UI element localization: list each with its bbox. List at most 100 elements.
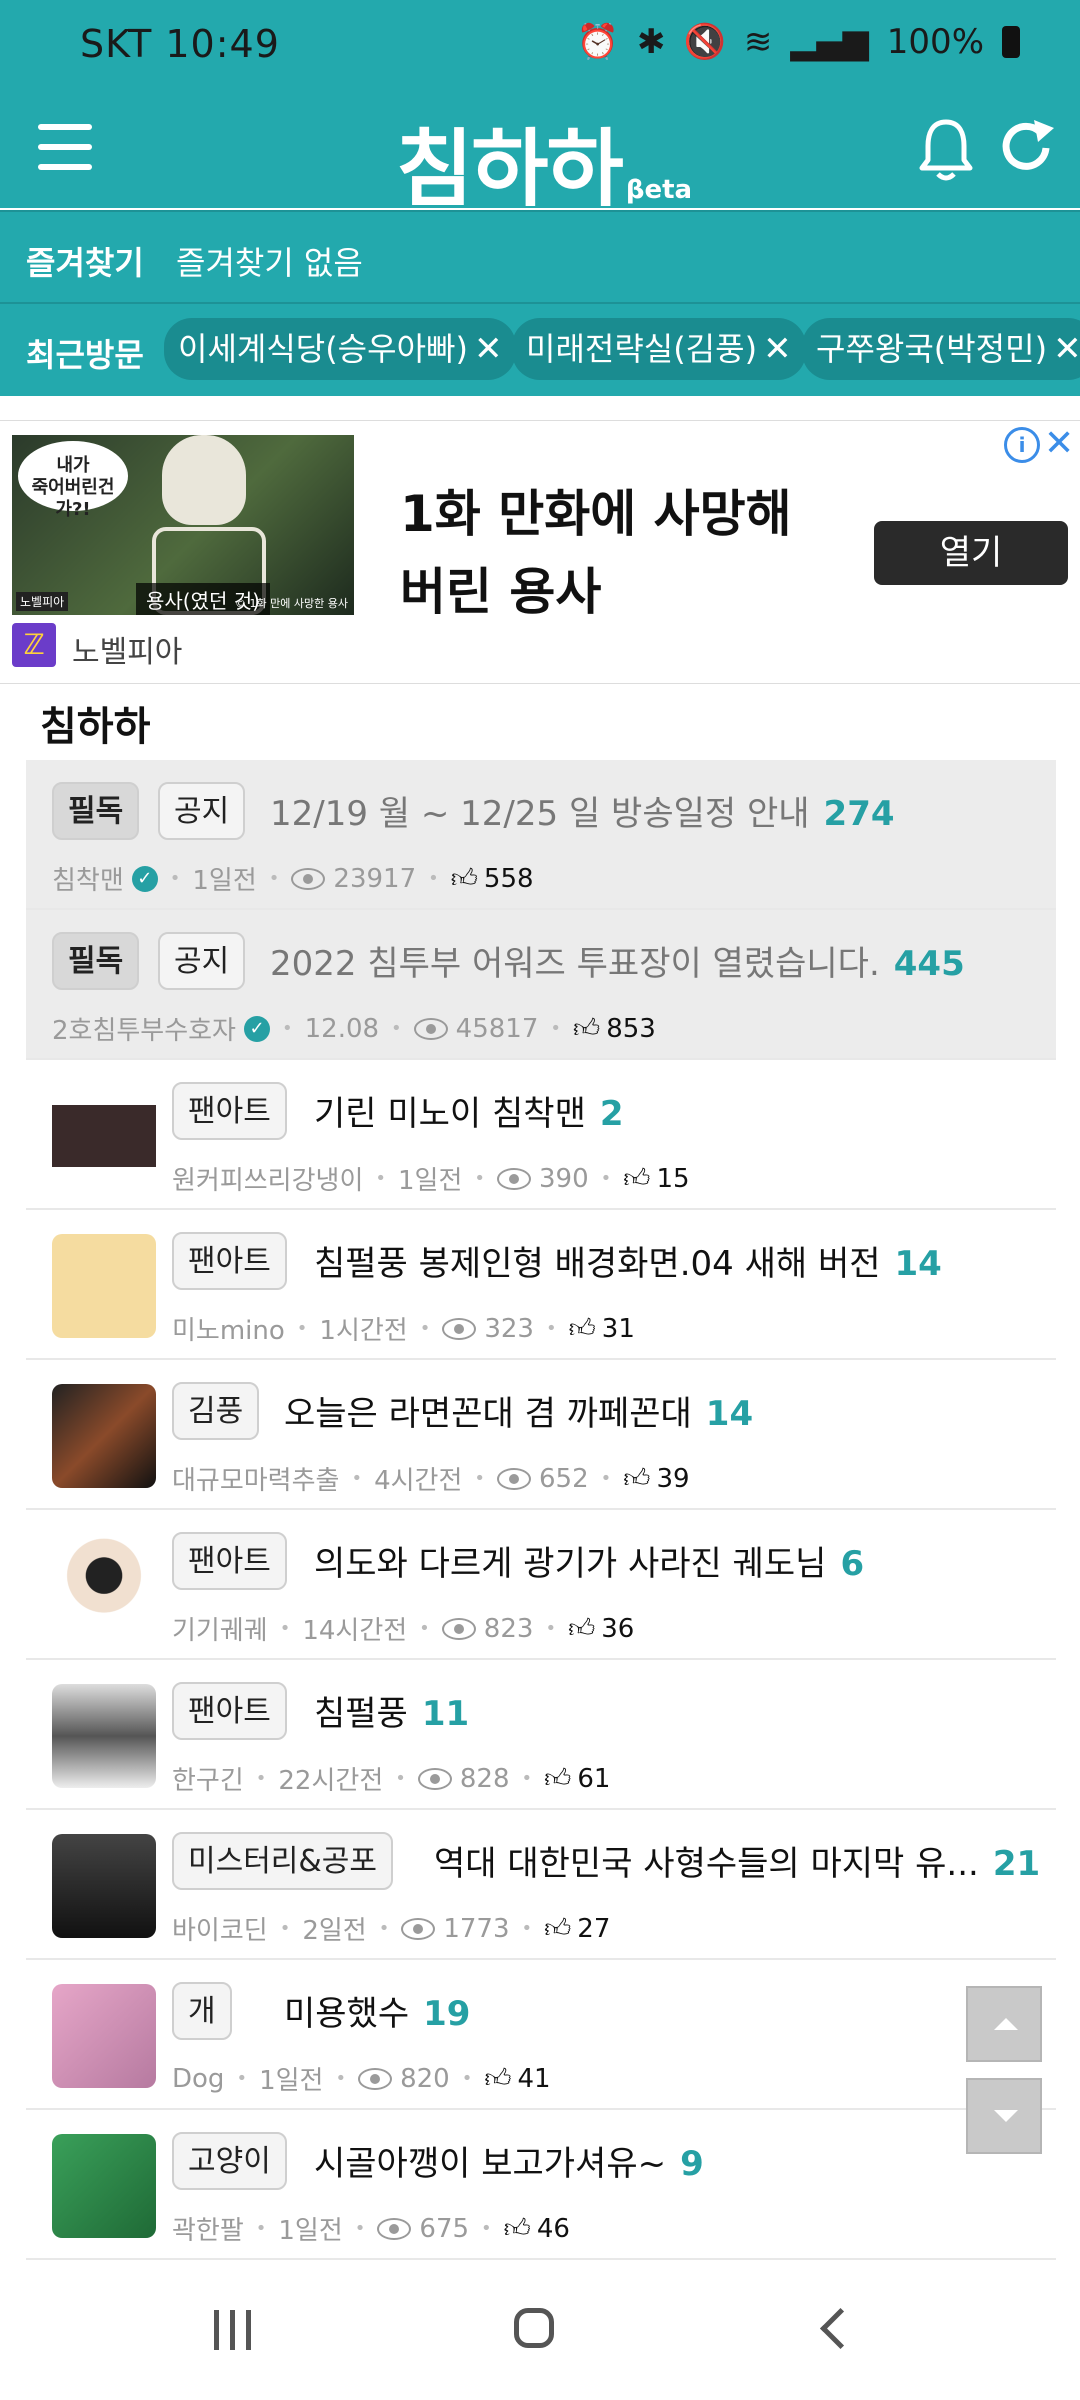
ad-thumbnail[interactable]: 내가 죽어버린건가?! 용사(였던 것) © 1화 만에 사망한 용사 노벨피아 [12,435,354,615]
post-row[interactable]: 팬아트 침펄풍 11 한구긴 • 22시간전 • 828 • 👍︎ 61 [26,1660,1056,1810]
post-author[interactable]: 미노mino [172,1310,285,1347]
post-thumbnail[interactable] [52,1084,156,1188]
post-title[interactable]: 2022 침투부 어워즈 투표장이 열렸습니다. 445 [270,936,965,985]
ad-open-button[interactable]: 열기 [874,521,1068,585]
category-badge[interactable]: 김풍 [172,1382,260,1440]
post-views: 820 [400,2063,450,2094]
alarm-icon: ⏰ [576,22,619,62]
category-badge[interactable]: 팬아트 [172,1682,287,1740]
post-author[interactable]: Dog [172,2064,224,2094]
post-title[interactable]: 시골아깽이 보고가셔유~ 9 [314,2136,704,2185]
scroll-up-button[interactable] [966,1986,1042,2062]
close-icon[interactable]: ✕ [763,329,792,369]
ad-headline[interactable]: 1화 만화에 사망해 버린 용사 [400,475,792,631]
post-views: 45817 [455,1013,539,1044]
post-author[interactable]: 바이코딘 [172,1910,268,1947]
post-row[interactable]: 개 미용했수 19 Dog • 1일전 • 820 • 👍︎ 41 [26,1960,1056,2110]
post-time: 22시간전 [278,1766,384,1796]
post-views: 675 [419,2213,470,2244]
category-badge[interactable]: 팬아트 [172,1082,287,1140]
post-thumbnail[interactable] [52,1834,156,1938]
recent-chip[interactable]: 구쭈왕국(박정민) ✕ [802,318,1080,380]
post-title-text: 시골아깽이 보고가셔유~ [314,2144,667,2184]
notice-row[interactable]: 필독 공지 12/19 월 ~ 12/25 일 방송일정 안내 274 침착맨 ✓ • 1일전… [26,760,1056,910]
close-icon[interactable]: ✕ [1044,423,1074,464]
post-title[interactable]: 역대 대한민국 사형수들의 마지막 유... 21 [434,1836,1040,1885]
recent-chip[interactable]: 이세계식당(승우아빠) ✕ [164,318,517,380]
post-author[interactable]: 대규모마력추출 [172,1460,339,1497]
post-author[interactable]: 침착맨 [52,860,124,897]
back-icon[interactable] [819,2307,862,2350]
post-author[interactable]: 곽한팔 [172,2210,244,2247]
battery-percent: 100% [886,22,984,62]
post-author[interactable]: 한구긴 [172,1760,244,1797]
recent-apps-icon[interactable] [214,2310,254,2350]
separator-dot: • [474,1468,486,1489]
eye-icon [497,1467,532,1490]
post-thumbnail[interactable] [52,2134,156,2238]
post-thumbnail[interactable] [52,1684,156,1788]
post-likes: 558 [483,863,534,894]
notice-row[interactable]: 필독 공지 2022 침투부 어워즈 투표장이 열렸습니다. 445 2호침투부수호자 ✓… [26,910,1056,1060]
ad-banner[interactable]: 내가 죽어버린건가?! 용사(였던 것) © 1화 만에 사망한 용사 노벨피아… [0,420,1080,684]
post-author[interactable]: 2호침투부수호자 [52,1010,236,1047]
post-row[interactable]: 팬아트 침펄풍 봉제인형 배경화면.04 새해 버전 14 미노mino • 1시간전 • 3… [26,1210,1056,1360]
home-icon[interactable] [514,2308,554,2348]
post-title[interactable]: 침펄풍 11 [314,1686,469,1735]
app-logo[interactable]: 침하하 βeta [396,102,692,223]
separator-dot: • [296,1318,308,1339]
post-meta: 대규모마력추출 • 4시간전 • 652 • 👍︎ 39 [172,1460,690,1497]
category-badge[interactable]: 팬아트 [172,1232,287,1290]
post-row[interactable]: 팬아트 의도와 다르게 광기가 사라진 궤도님 6 기기궤궤 • 14시간전 • 823 • 👍︎… [26,1510,1056,1660]
separator-dot: • [521,1768,533,1789]
post-row[interactable]: 팬아트 기린 미노이 침착맨 2 원커피쓰리강냉이 • 1일전 • 390 • 👍︎ 15 [26,1060,1056,1210]
post-title[interactable]: 침펄풍 봉제인형 배경화면.04 새해 버전 14 [314,1236,942,1285]
post-author[interactable]: 원커피쓰리강냉이 [172,1160,363,1197]
post-title-text: 의도와 다르게 광기가 사라진 궤도님 [314,1544,827,1584]
category-badge[interactable]: 필독 [52,782,140,840]
close-icon[interactable]: ✕ [474,329,503,369]
ad-thumb-bubble: 내가 죽어버린건가?! [18,441,128,520]
scroll-down-button[interactable] [966,2078,1042,2154]
separator-dot: • [268,868,280,889]
post-title[interactable]: 의도와 다르게 광기가 사라진 궤도님 6 [314,1536,864,1585]
post-title[interactable]: 오늘은 라면꼰대 겸 까페꼰대 14 [284,1386,753,1435]
post-row[interactable]: 고양이 시골아깽이 보고가셔유~ 9 곽한팔 • 1일전 • 675 • 👍︎ 46 [26,2110,1056,2260]
post-author[interactable]: 기기궤궤 [172,1610,268,1647]
post-row[interactable]: 김풍 오늘은 라면꼰대 겸 까페꼰대 14 대규모마력추출 • 4시간전 • 652 • 👍︎ 39 [26,1360,1056,1510]
separator-dot: • [419,1318,431,1339]
post-title-text: 역대 대한민국 사형수들의 마지막 유... [434,1844,979,1884]
separator-dot: • [279,1918,291,1939]
info-icon[interactable]: i [1004,427,1040,463]
post-thumbnail[interactable] [52,1984,156,2088]
category-badge[interactable]: 팬아트 [172,1532,287,1590]
thumbs-up-icon: 👍︎ [503,2214,531,2244]
separator-dot: • [481,2218,492,2239]
post-title[interactable]: 기린 미노이 침착맨 2 [314,1086,624,1135]
comment-count: 21 [992,1844,1041,1884]
post-title[interactable]: 미용했수 19 [284,1986,470,2035]
post-thumbnail[interactable] [52,1534,156,1638]
category-badge[interactable]: 공지 [158,932,246,990]
post-title[interactable]: 12/19 월 ~ 12/25 일 방송일정 안내 274 [270,786,895,835]
post-time: 1일전 [398,1166,463,1196]
ad-thumb-credit: © 1화 만에 사망한 용사 [235,597,348,610]
post-thumbnail[interactable] [52,1384,156,1488]
post-meta: Dog • 1일전 • 820 • 👍︎ 41 [172,2060,551,2097]
category-badge[interactable]: 고양이 [172,2132,287,2190]
eye-icon [401,1917,436,1940]
category-badge[interactable]: 필독 [52,932,140,990]
category-badge[interactable]: 공지 [158,782,246,840]
verified-icon: ✓ [243,1015,270,1042]
post-thumbnail[interactable] [52,1234,156,1338]
recent-chip[interactable]: 미래전략실(김풍) ✕ [512,318,806,380]
category-badge[interactable]: 미스터리&공포 [172,1832,393,1890]
bell-icon[interactable] [916,114,976,184]
refresh-icon[interactable] [996,114,1058,180]
close-icon[interactable]: ✕ [1053,329,1080,369]
menu-icon[interactable] [38,124,92,172]
category-badge[interactable]: 개 [172,1982,232,2040]
post-likes: 61 [577,1763,611,1794]
post-row[interactable]: 미스터리&공포 역대 대한민국 사형수들의 마지막 유... 21 바이코딘 • 2일전 •… [26,1810,1056,1960]
post-views: 1773 [443,1913,510,1944]
